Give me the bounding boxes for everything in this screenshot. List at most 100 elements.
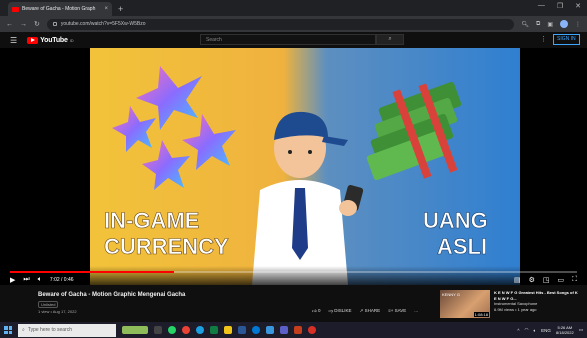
- window-controls: — ❐ ✕: [538, 2, 581, 10]
- tray-chevron-icon[interactable]: ^: [517, 328, 519, 333]
- back-icon[interactable]: ←: [6, 21, 13, 28]
- youtube-play-icon: [27, 36, 39, 44]
- recommended-video[interactable]: KENNY G 1:08:18 K E N W F G Greatest Hit…: [440, 290, 580, 318]
- search-icon: ⌕: [388, 36, 392, 42]
- dislike-button[interactable]: 👎︎ DISLIKE: [328, 308, 351, 314]
- recommended-text: K E N W F G Greatest Hits - Best Songs o…: [494, 290, 580, 318]
- tab-close-icon[interactable]: ×: [104, 6, 108, 12]
- windows-start-icon[interactable]: [4, 326, 12, 334]
- fullscreen-icon[interactable]: ⛶: [572, 276, 577, 284]
- taskbar-search[interactable]: ⌕ Type here to search: [18, 323, 116, 337]
- search-input[interactable]: Search: [200, 34, 376, 45]
- profile-avatar[interactable]: [560, 20, 568, 28]
- next-icon[interactable]: ⏭: [23, 276, 29, 284]
- time-display: 7:02 / 0:46: [49, 277, 74, 283]
- notification-icon[interactable]: ▭: [579, 327, 583, 333]
- windows-taskbar: ⌕ Type here to search ^ ◠ 🔈︎ ENG 5:26 AM…: [0, 322, 587, 338]
- right-label-line1: UANG: [423, 208, 488, 233]
- minimize-button[interactable]: —: [538, 2, 545, 10]
- search-button[interactable]: ⌕: [376, 34, 404, 45]
- tab-title: Beware of Gacha - Motion Graph: [22, 6, 96, 12]
- whatsapp-icon[interactable]: [168, 326, 176, 334]
- visibility-badge: Unlisted: [38, 301, 59, 308]
- file-explorer-icon[interactable]: [224, 326, 232, 334]
- recommended-duration: 1:08:18: [473, 312, 489, 317]
- address-bar-row: ← → ↻ youtube.com/watch?v=5F5Xw-W5Bzo 🔍︎…: [0, 16, 587, 32]
- forward-icon[interactable]: →: [20, 21, 27, 28]
- youtube-header: ☰ YouTube ID Search ⌕ ⋮ SIGN IN: [0, 32, 587, 48]
- hamburger-menu-icon[interactable]: ☰: [10, 36, 17, 45]
- left-label-line1: IN-GAME: [104, 208, 199, 233]
- reload-icon[interactable]: ↻: [34, 20, 40, 28]
- chrome-icon[interactable]: [182, 326, 190, 334]
- browser-toolbar-icons: 🔍︎ ⧉ ▣ ⋮: [521, 20, 581, 28]
- chrome-menu-icon[interactable]: ⋮: [575, 21, 581, 28]
- thumb-label: KENNY G: [442, 292, 460, 297]
- clock[interactable]: 5:26 AM 8/18/2022: [556, 325, 574, 335]
- task-view-icon[interactable]: [154, 326, 162, 334]
- word-icon[interactable]: [238, 326, 246, 334]
- youtube-favicon-icon: [12, 6, 19, 12]
- settings-dots-icon[interactable]: ⋮: [540, 35, 547, 43]
- excel-icon[interactable]: [210, 326, 218, 334]
- extension-icon[interactable]: ⧉: [536, 21, 540, 28]
- taskbar-search-placeholder: Type here to search: [27, 327, 73, 333]
- like-button[interactable]: 👍︎ 0: [312, 308, 320, 314]
- recommended-title: K E N W F G Greatest Hits - Best Songs o…: [494, 290, 578, 301]
- screen: Beware of Gacha - Motion Graph × + — ❐ ✕…: [0, 0, 587, 338]
- browser-icon[interactable]: [196, 326, 204, 334]
- sign-in-button[interactable]: SIGN IN: [553, 34, 580, 45]
- url-field[interactable]: youtube.com/watch?v=5F5Xw-W5Bzo: [46, 18, 515, 30]
- share-label: SHARE: [364, 308, 381, 313]
- theater-mode-icon[interactable]: ▭: [557, 276, 564, 284]
- dislike-label: DISLIKE: [334, 308, 352, 313]
- close-window-button[interactable]: ✕: [575, 2, 581, 10]
- share-button[interactable]: ↗ SHARE: [360, 308, 381, 314]
- maximize-button[interactable]: ❐: [557, 2, 563, 10]
- video-player[interactable]: IN-GAME CURRENCY UANG ASLI: [0, 48, 587, 285]
- reading-list-icon[interactable]: ▣: [547, 21, 553, 28]
- youtube-wordmark: YouTube: [40, 36, 68, 44]
- new-tab-button[interactable]: +: [118, 2, 123, 16]
- store-icon[interactable]: [266, 326, 274, 334]
- save-button[interactable]: ≡+ SAVE: [388, 308, 406, 314]
- volume-icon[interactable]: 🔈︎: [38, 276, 42, 284]
- save-label: SAVE: [394, 308, 407, 313]
- speaker-icon[interactable]: 🔈︎: [533, 328, 536, 333]
- recommended-stats: 6.9M views • 1 year ago: [494, 306, 537, 312]
- player-right-controls: ▤ ⚙ ◳ ▭ ⛶: [514, 276, 577, 284]
- miniplayer-icon[interactable]: ◳: [543, 276, 550, 284]
- youtube-logo[interactable]: YouTube ID: [27, 36, 74, 44]
- subtitles-icon[interactable]: ▤: [514, 276, 521, 284]
- app-icon[interactable]: [308, 326, 316, 334]
- right-label-line2: ASLI: [437, 234, 487, 259]
- region-code: ID: [69, 37, 74, 43]
- url-text: youtube.com/watch?v=5F5Xw-W5Bzo: [60, 21, 146, 27]
- wifi-icon[interactable]: ◠: [525, 327, 529, 333]
- edge-icon[interactable]: [252, 326, 260, 334]
- like-count: 0: [317, 308, 321, 313]
- more-actions-button[interactable]: ...: [414, 308, 418, 314]
- video-info: Beware of Gacha - Motion Graphic Mengena…: [0, 286, 587, 322]
- teams-icon[interactable]: [280, 326, 288, 334]
- search-icon: ⌕: [22, 327, 25, 333]
- zoom-icon[interactable]: 🔍︎: [521, 21, 529, 28]
- progress-fill: [10, 271, 175, 273]
- progress-bar[interactable]: [10, 271, 577, 273]
- powerpoint-icon[interactable]: [294, 326, 302, 334]
- settings-gear-icon[interactable]: ⚙: [529, 276, 535, 284]
- play-icon[interactable]: ▶: [10, 276, 15, 284]
- system-tray: ^ ◠ 🔈︎ ENG 5:26 AM 8/18/2022 ▭: [517, 325, 583, 335]
- views-date: 1 view • Aug 17, 2022: [38, 309, 77, 314]
- news-widget-icon[interactable]: [122, 326, 148, 334]
- left-label-line2: CURRENCY: [104, 234, 229, 259]
- video-actions: 👍︎ 0 👎︎ DISLIKE ↗ SHARE ≡+ SAVE ...: [312, 308, 418, 314]
- video-title: Beware of Gacha - Motion Graphic Mengena…: [38, 292, 186, 298]
- language-indicator[interactable]: ENG: [541, 328, 551, 333]
- browser-tab-bar: Beware of Gacha - Motion Graph × + — ❐ ✕: [0, 0, 587, 16]
- clock-date: 8/18/2022: [555, 330, 574, 335]
- browser-tab[interactable]: Beware of Gacha - Motion Graph ×: [8, 2, 112, 16]
- video-frame: IN-GAME CURRENCY UANG ASLI: [90, 48, 520, 285]
- lock-icon: [52, 22, 57, 26]
- recommended-thumbnail: KENNY G 1:08:18: [440, 290, 490, 318]
